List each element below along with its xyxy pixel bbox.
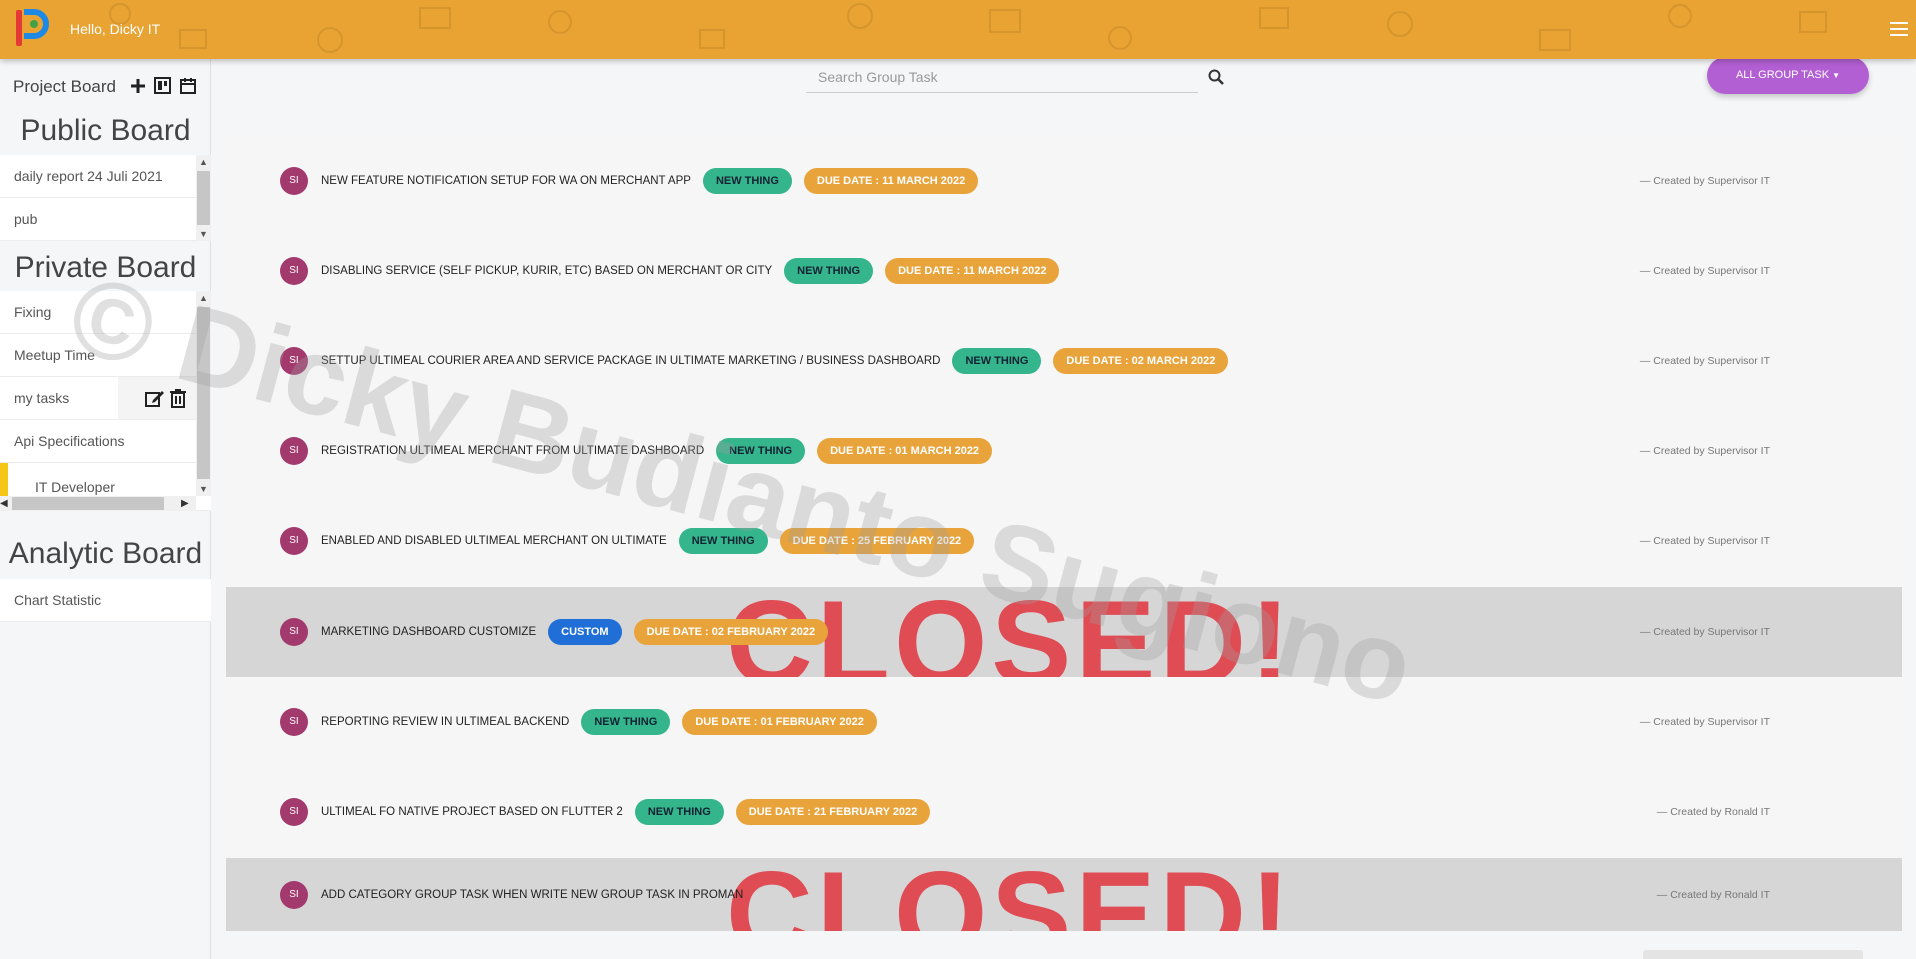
hamburger-menu-icon[interactable] bbox=[1888, 18, 1910, 40]
closed-stamp-text: CLOSED! bbox=[726, 858, 1294, 931]
all-group-task-dropdown[interactable]: ALL GROUP TASK ▼ bbox=[1707, 57, 1869, 94]
chevron-down-icon: ▼ bbox=[1832, 71, 1841, 80]
due-date-badge: DUE DATE : 11 MARCH 2022 bbox=[885, 258, 1060, 284]
board-icon[interactable] bbox=[153, 76, 172, 95]
tag-badge: NEW THING bbox=[784, 258, 874, 284]
task-row[interactable]: SI NEW FEATURE NOTIFICATION SETUP FOR WA… bbox=[226, 136, 1902, 226]
due-date-badge: DUE DATE : 02 FEBRUARY 2022 bbox=[633, 619, 829, 645]
avatar: SI bbox=[280, 880, 308, 909]
public-board-scrollbar[interactable]: ▲ ▼ bbox=[196, 155, 211, 241]
private-board-scrollbar[interactable]: ▲ ▼ bbox=[196, 291, 211, 496]
task-row[interactable]: SI SETTUP ULTIMEAL COURIER AREA AND SERV… bbox=[226, 316, 1902, 406]
task-row[interactable]: SI REPORTING REVIEW IN ULTIMEAL BACKEND … bbox=[226, 677, 1902, 767]
avatar: SI bbox=[280, 347, 308, 375]
task-row[interactable]: SI ENABLED AND DISABLED ULTIMEAL MERCHAN… bbox=[226, 496, 1902, 586]
plus-icon[interactable] bbox=[128, 76, 147, 95]
analytic-board-list: Chart Statistic bbox=[0, 579, 211, 622]
avatar: SI bbox=[280, 527, 308, 555]
task-title: MARKETING DASHBOARD CUSTOMIZE bbox=[321, 626, 537, 638]
search-bar bbox=[806, 63, 1198, 93]
task-row[interactable]: SI REGISTRATION ULTIMEAL MERCHANT FROM U… bbox=[226, 406, 1902, 496]
avatar: SI bbox=[280, 257, 308, 285]
task-row-closed[interactable]: CLOSED! SI MARKETING DASHBOARD CUSTOMIZE… bbox=[226, 587, 1902, 677]
due-date-badge: DUE DATE : 02 MARCH 2022 bbox=[1053, 348, 1229, 374]
due-date-badge: DUE DATE : 01 MARCH 2022 bbox=[817, 438, 993, 464]
avatar: SI bbox=[280, 708, 308, 736]
task-row[interactable]: SI ULTIMEAL FO NATIVE PROJECT BASED ON F… bbox=[226, 767, 1902, 857]
avatar: SI bbox=[280, 437, 308, 465]
task-title: REPORTING REVIEW IN ULTIMEAL BACKEND bbox=[321, 716, 570, 728]
creator-text: — Created by Supervisor IT bbox=[1639, 355, 1770, 367]
task-title: DISABLING SERVICE (SELF PICKUP, KURIR, E… bbox=[321, 265, 773, 277]
creator-text: — Created by Supervisor IT bbox=[1639, 175, 1770, 187]
tag-badge: NEW THING bbox=[952, 348, 1042, 374]
task-title: SETTUP ULTIMEAL COURIER AREA AND SERVICE… bbox=[321, 355, 941, 367]
due-date-badge: DUE DATE : 25 FEBRUARY 2022 bbox=[779, 528, 975, 554]
tag-badge: NEW THING bbox=[581, 709, 671, 735]
task-row[interactable]: SI DISABLING SERVICE (SELF PICKUP, KURIR… bbox=[226, 226, 1902, 316]
tag-badge: NEW THING bbox=[678, 528, 768, 554]
task-title: ULTIMEAL FO NATIVE PROJECT BASED ON FLUT… bbox=[321, 806, 623, 818]
tag-badge: NEW THING bbox=[702, 168, 792, 194]
task-title: ENABLED AND DISABLED ULTIMEAL MERCHANT O… bbox=[321, 535, 667, 547]
creator-text: — Created by Ronald IT bbox=[1656, 806, 1770, 818]
board-item-my-tasks[interactable]: my tasks bbox=[0, 377, 211, 420]
creator-text: — Created by Supervisor IT bbox=[1639, 716, 1770, 728]
edit-icon[interactable] bbox=[145, 389, 165, 408]
filter-label: ALL GROUP TASK bbox=[1735, 69, 1830, 81]
creator-text: — Created by Supervisor IT bbox=[1639, 445, 1770, 457]
sidebar: Project Board Public Board daily report … bbox=[0, 59, 211, 959]
public-board-title: Public Board bbox=[20, 114, 191, 147]
search-icon[interactable] bbox=[1208, 69, 1224, 85]
sidebar-heading: Project Board bbox=[13, 77, 116, 96]
due-date-badge: DUE DATE : 21 FEBRUARY 2022 bbox=[735, 799, 931, 825]
trash-icon[interactable] bbox=[170, 388, 186, 408]
board-item-pub[interactable]: pub bbox=[0, 198, 211, 241]
greeting-text: Hello, Dicky IT bbox=[70, 21, 161, 37]
board-item-chart-statistic[interactable]: Chart Statistic bbox=[0, 579, 211, 622]
analytic-board-title: Analytic Board bbox=[8, 537, 203, 570]
task-row-closed[interactable]: CLOSED! SI ADD CATEGORY GROUP TASK WHEN … bbox=[226, 858, 1902, 931]
header-doodle-pattern bbox=[109, 3, 1827, 53]
creator-text: — Created by Supervisor IT bbox=[1639, 265, 1770, 277]
private-board-hscrollbar[interactable]: ◀ ▶ bbox=[0, 496, 196, 511]
board-item-daily-report[interactable]: daily report 24 Juli 2021 bbox=[0, 155, 211, 198]
due-date-badge: DUE DATE : 11 MARCH 2022 bbox=[803, 168, 979, 194]
bottom-panel-edge bbox=[1643, 950, 1863, 959]
board-item-api-specifications[interactable]: Api Specifications bbox=[0, 420, 211, 463]
avatar: SI bbox=[280, 167, 308, 195]
app-logo-icon[interactable] bbox=[14, 8, 50, 48]
creator-text: — Created by Ronald IT bbox=[1656, 888, 1770, 901]
creator-text: — Created by Supervisor IT bbox=[1639, 626, 1770, 638]
board-item-label: my tasks bbox=[14, 390, 70, 406]
private-board-list: Fixing Meetup Time my tasks Api Specific… bbox=[0, 291, 211, 511]
top-header: Hello, Dicky IT bbox=[0, 0, 1916, 59]
calendar-icon[interactable] bbox=[178, 76, 197, 95]
avatar: SI bbox=[280, 798, 308, 826]
task-title: NEW FEATURE NOTIFICATION SETUP FOR WA ON… bbox=[321, 175, 691, 187]
board-item-meetup-time[interactable]: Meetup Time bbox=[0, 334, 211, 377]
closed-stamp: CLOSED! bbox=[726, 858, 1406, 931]
board-item-fixing[interactable]: Fixing bbox=[0, 291, 211, 334]
creator-text: — Created by Supervisor IT bbox=[1639, 535, 1770, 547]
avatar: SI bbox=[280, 618, 308, 646]
tag-badge: NEW THING bbox=[716, 438, 806, 464]
tag-badge: NEW THING bbox=[634, 799, 724, 825]
search-input[interactable] bbox=[806, 63, 1198, 91]
tag-badge: CUSTOM bbox=[548, 619, 622, 645]
task-title: ADD CATEGORY GROUP TASK WHEN WRITE NEW G… bbox=[321, 888, 744, 901]
task-title: REGISTRATION ULTIMEAL MERCHANT FROM ULTI… bbox=[321, 445, 705, 457]
private-board-title: Private Board bbox=[14, 251, 197, 284]
public-board-list: daily report 24 Juli 2021 pub ▲ ▼ bbox=[0, 155, 211, 241]
due-date-badge: DUE DATE : 01 FEBRUARY 2022 bbox=[682, 709, 877, 735]
